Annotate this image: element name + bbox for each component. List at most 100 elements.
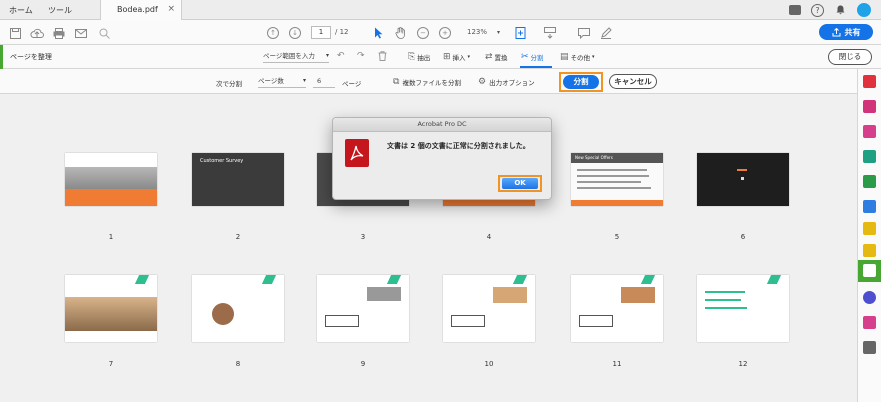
next-page-icon[interactable]: ↓ [289, 27, 301, 39]
delete-icon[interactable] [378, 51, 387, 64]
split-button-highlight: 分割 [559, 72, 603, 92]
more-button[interactable]: ▤ その他 ▾ [560, 52, 595, 62]
search-icon[interactable] [97, 26, 111, 40]
zoom-out-icon[interactable]: − [417, 27, 429, 39]
page-unit-label: ページ [342, 80, 362, 88]
sign-icon[interactable] [863, 316, 876, 329]
select-cursor-icon[interactable] [371, 26, 385, 40]
print-icon[interactable] [52, 26, 66, 40]
thumb-table [579, 315, 613, 327]
tool-accent-bar [0, 45, 3, 69]
page-thumbnail-11[interactable] [571, 275, 663, 342]
success-dialog: Acrobat Pro DC 文書は 2 個の文書に正常に分割されました。 OK [332, 117, 552, 200]
pen-icon[interactable] [599, 26, 613, 40]
chat-icon[interactable] [789, 5, 801, 15]
close-tab-icon[interactable]: × [167, 4, 175, 14]
protect-icon[interactable] [863, 291, 876, 304]
scan-icon[interactable] [863, 200, 876, 213]
thumb-line [577, 181, 641, 183]
organize-pages-icon[interactable] [863, 264, 876, 277]
page-number-12: 12 [738, 360, 748, 368]
output-options-label: 出力オプション [489, 79, 535, 87]
hand-tool-icon[interactable] [393, 26, 407, 40]
cloud-upload-icon[interactable] [30, 26, 44, 40]
home-tab[interactable]: ホーム [9, 5, 33, 16]
page-thumbnail-2[interactable]: Customer Survey [192, 153, 284, 206]
right-tools-sidebar [857, 69, 881, 402]
page-thumbnail-9[interactable] [317, 275, 409, 342]
redo-icon[interactable]: ↷ [357, 51, 365, 61]
page-number-input[interactable]: 1 [311, 26, 331, 39]
ok-button[interactable]: OK [502, 178, 538, 189]
split-by-label: 次で分割 [216, 80, 242, 88]
more-icon: ▤ [560, 52, 569, 62]
share-label: 共有 [844, 27, 861, 37]
insert-button[interactable]: ⊞ 挿入 ▾ [443, 52, 470, 62]
thumb-line [577, 175, 649, 177]
teal-accent [512, 275, 528, 284]
tab-bar: ホーム ツール Bodea.pdf × ? [0, 0, 881, 20]
page-number-4: 4 [486, 233, 492, 241]
split-tool-label: 分割 [530, 54, 544, 62]
teal-accent [134, 275, 150, 284]
fill-sign-icon[interactable] [863, 244, 876, 257]
page-count-input[interactable]: 6 [313, 75, 335, 88]
save-icon[interactable] [8, 26, 22, 40]
insert-icon: ⊞ [443, 52, 451, 62]
orange-band [65, 189, 157, 206]
thumb-line [577, 169, 647, 171]
organize-icon[interactable] [863, 125, 876, 138]
page-thumbnail-5[interactable]: New Special Offers [571, 153, 663, 206]
output-options-button[interactable]: ⚙ 出力オプション [478, 77, 535, 87]
mail-icon[interactable] [74, 26, 88, 40]
avatar[interactable] [857, 3, 871, 17]
split-button[interactable]: 分割 [563, 75, 599, 89]
teal-accent [261, 275, 277, 284]
split-tool-button[interactable]: ✂ 分割 [521, 52, 544, 62]
page-range-select[interactable]: ページ範囲を入力 ▾ [263, 50, 329, 63]
share-button[interactable]: 共有 [819, 24, 873, 40]
previous-page-icon[interactable]: ↑ [267, 27, 279, 39]
close-button[interactable]: 閉じる [828, 49, 872, 65]
split-by-select[interactable]: ページ数 ▾ [258, 75, 306, 88]
undo-icon[interactable]: ↶ [337, 51, 345, 61]
page-thumbnail-1[interactable] [65, 153, 157, 206]
split-multiple-files-button[interactable]: ⧉ 複数ファイルを分割 [393, 77, 461, 87]
ok-button-highlight: OK [498, 175, 542, 192]
page-thumbnail-12[interactable] [697, 275, 789, 342]
replace-button[interactable]: ⇄ 置換 [485, 52, 508, 62]
scroll-mode-icon[interactable] [543, 26, 557, 40]
people-photo [65, 297, 157, 331]
help-icon[interactable]: ? [811, 3, 824, 17]
acrobat-logo-icon [345, 139, 369, 167]
document-tab[interactable]: Bodea.pdf × [100, 0, 182, 20]
dialog-title: Acrobat Pro DC [333, 118, 551, 132]
create-pdf-icon[interactable] [863, 75, 876, 88]
comment-tool-icon[interactable] [863, 222, 876, 235]
page-thumbnail-6[interactable] [697, 153, 789, 206]
teal-accent [640, 275, 656, 284]
page-total: / 12 [335, 28, 349, 36]
thumb-title: New Special Offers [575, 155, 613, 160]
tools-tab[interactable]: ツール [48, 5, 72, 16]
cancel-button[interactable]: キャンセル [609, 74, 657, 89]
page-number-8: 8 [235, 360, 241, 368]
page-fit-icon[interactable] [514, 26, 528, 40]
combine-files-icon[interactable] [863, 100, 876, 113]
comment-icon[interactable] [577, 26, 591, 40]
export-pdf-icon[interactable] [863, 150, 876, 163]
page-thumbnail-10[interactable] [443, 275, 535, 342]
page-thumbnail-8[interactable] [192, 275, 284, 342]
more-tools-icon[interactable] [863, 341, 876, 354]
zoom-select[interactable]: 123% ▾ [461, 26, 505, 39]
organize-pages-bar: ページを整理 ページ範囲を入力 ▾ ↶ ↷ ⎘ 抽出 ⊞ 挿入 ▾ ⇄ 置換 ✂… [0, 45, 881, 69]
page-number-7: 7 [108, 360, 114, 368]
zoom-in-icon[interactable]: + [439, 27, 451, 39]
page-thumbnail-7[interactable] [65, 275, 157, 342]
extract-button[interactable]: ⎘ 抽出 [408, 52, 430, 62]
thumb-line [705, 291, 745, 293]
bell-icon[interactable] [834, 4, 847, 17]
edit-pdf-icon[interactable] [863, 175, 876, 188]
zoom-value: 123% [467, 28, 488, 36]
gear-icon: ⚙ [478, 77, 487, 87]
